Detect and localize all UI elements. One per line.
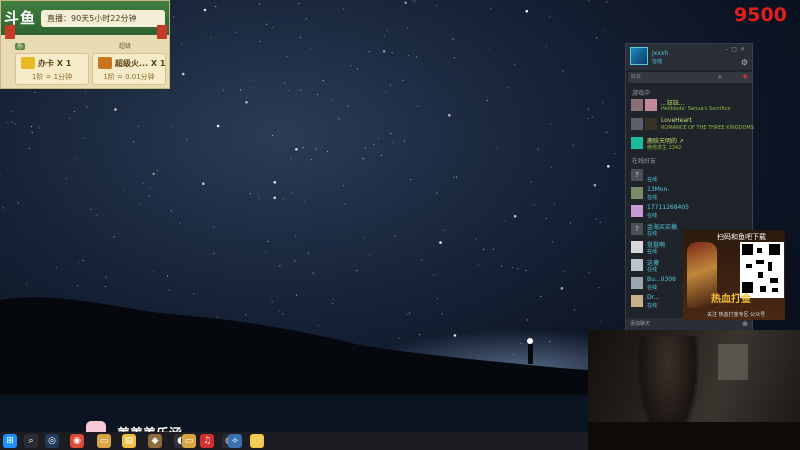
friend-name: 17711268405: [647, 204, 689, 211]
friend-search-input[interactable]: 好友 ⌕ ✚: [628, 72, 752, 83]
app-icon[interactable]: ◆: [148, 434, 162, 448]
avatar: ?: [631, 223, 643, 235]
avatar: [631, 241, 643, 253]
steam-icon[interactable]: ◎: [45, 434, 59, 448]
friend-status: ROMANCE OF THE THREE KINGDOMS: [661, 125, 754, 131]
reward-rate: 1阶 = 0.01分钟: [103, 73, 155, 81]
webcam-feed: [588, 330, 800, 450]
folder-icon[interactable]: ▭: [97, 434, 111, 448]
ingame-header: 游戏中: [632, 90, 651, 97]
reward-badge-b: 超级: [119, 43, 132, 50]
windows-start-icon[interactable]: ⊞: [3, 434, 17, 448]
search-icon[interactable]: ⌕: [718, 72, 722, 83]
reward-name: 办卡 X 1: [38, 59, 72, 68]
avatar: [631, 187, 643, 199]
background-window: [718, 344, 748, 380]
rocket-icon: [98, 57, 112, 69]
card-icon: [21, 57, 35, 69]
friend-name: LoveHeart: [661, 117, 692, 124]
avatar: [631, 118, 643, 130]
qr-download-ad: 扫码和鱼吧下载 热血打金 关注 热血打金专区 公众号: [683, 230, 785, 320]
gear-icon[interactable]: ⚙: [741, 58, 748, 67]
pink-avatar: [645, 99, 657, 111]
friend-status: 在线: [647, 249, 658, 255]
friend-row[interactable]: LoveHeart ROMANCE OF THE THREE KINGDOMS: [631, 116, 754, 134]
avatar: [631, 205, 643, 217]
add-chat-label: 添加聊天: [630, 321, 651, 327]
avatar: [631, 259, 643, 271]
friend-row[interactable]: ...钰钰... Hellblade: Senua's Sacrifice: [631, 97, 751, 115]
search-icon[interactable]: ⌕: [24, 434, 38, 448]
netease-music-icon[interactable]: ♫: [200, 434, 214, 448]
network-icon[interactable]: ⟡: [228, 434, 242, 448]
file-icon[interactable]: ▭: [182, 434, 196, 448]
online-header: 在线好友: [632, 158, 657, 165]
friend-status: 在线: [647, 177, 658, 183]
reward-badge-a: 乐: [15, 43, 26, 50]
ad-tagline: 关注 热血打金专区 公众号: [707, 312, 766, 318]
friend-row[interactable]: 13Mon- 在线: [631, 185, 751, 203]
desk: [588, 422, 800, 450]
game-title: 热血打金: [711, 294, 751, 305]
avatar: [631, 295, 643, 307]
avatar: ?: [631, 169, 643, 181]
chat-icon[interactable]: ◌: [250, 434, 264, 448]
my-status: 在线: [652, 59, 663, 65]
flag-icon: [5, 25, 15, 39]
live-duration: 直播：90天5小时22分钟: [41, 10, 165, 27]
stream-reward-panel: 斗鱼 直播：90天5小时22分钟 乐 超级 办卡 X 1 1阶 = 1分钟 超级…: [0, 0, 170, 89]
reward-card[interactable]: 超级火... X 1 1阶 = 0.01分钟: [92, 53, 166, 85]
friend-status: 在线: [647, 231, 658, 237]
friend-status: 在线: [647, 213, 658, 219]
reward-rate: 1阶 = 1分钟: [31, 73, 73, 81]
reward-name: 超级火... X 1: [115, 59, 166, 68]
add-friend-icon[interactable]: ✚: [742, 72, 748, 83]
friend-row[interactable]: 17711268405 在线: [631, 203, 751, 221]
avatar[interactable]: [630, 47, 648, 65]
friend-name: Dr...: [647, 294, 660, 301]
friend-row[interactable]: ? ? 在线: [631, 167, 751, 185]
windows-taskbar: ⊞⌕◎◉▭▤◆◐▭♫◍⟡◌: [0, 432, 588, 450]
green-avatar: [631, 137, 643, 149]
friend-name: Bu...0306: [647, 276, 676, 283]
score-counter: 9500: [734, 4, 787, 26]
avatar: [631, 99, 643, 111]
chrome-icon[interactable]: ◉: [70, 434, 84, 448]
friend-status: 在线: [647, 195, 658, 201]
friend-row[interactable]: 鹿晗天明的 ↗ 绝地求生 2342: [631, 135, 751, 153]
friend-status: 在线: [647, 303, 658, 309]
steam-titlebar[interactable]: jxxxh 在线 –□✕ ⚙: [626, 44, 752, 70]
friend-status: Hellblade: Senua's Sacrifice: [661, 106, 731, 112]
window-controls[interactable]: –□✕: [725, 46, 748, 53]
avatar: [631, 277, 643, 289]
my-username: jxxxh: [652, 50, 669, 57]
search-placeholder: 好友: [631, 74, 642, 80]
reward-card[interactable]: 办卡 X 1 1阶 = 1分钟: [15, 53, 89, 85]
friend-status: 在线: [647, 285, 658, 291]
qr-caption: 扫码和鱼吧下载: [717, 233, 766, 241]
friend-name: 13Mon-: [647, 186, 670, 193]
dark-avatar: [645, 118, 657, 130]
friend-status: 在线: [647, 267, 658, 273]
explorer-icon[interactable]: ▤: [122, 434, 136, 448]
flag-icon: [157, 25, 167, 39]
friend-status: 绝地求生 2342: [647, 145, 682, 151]
